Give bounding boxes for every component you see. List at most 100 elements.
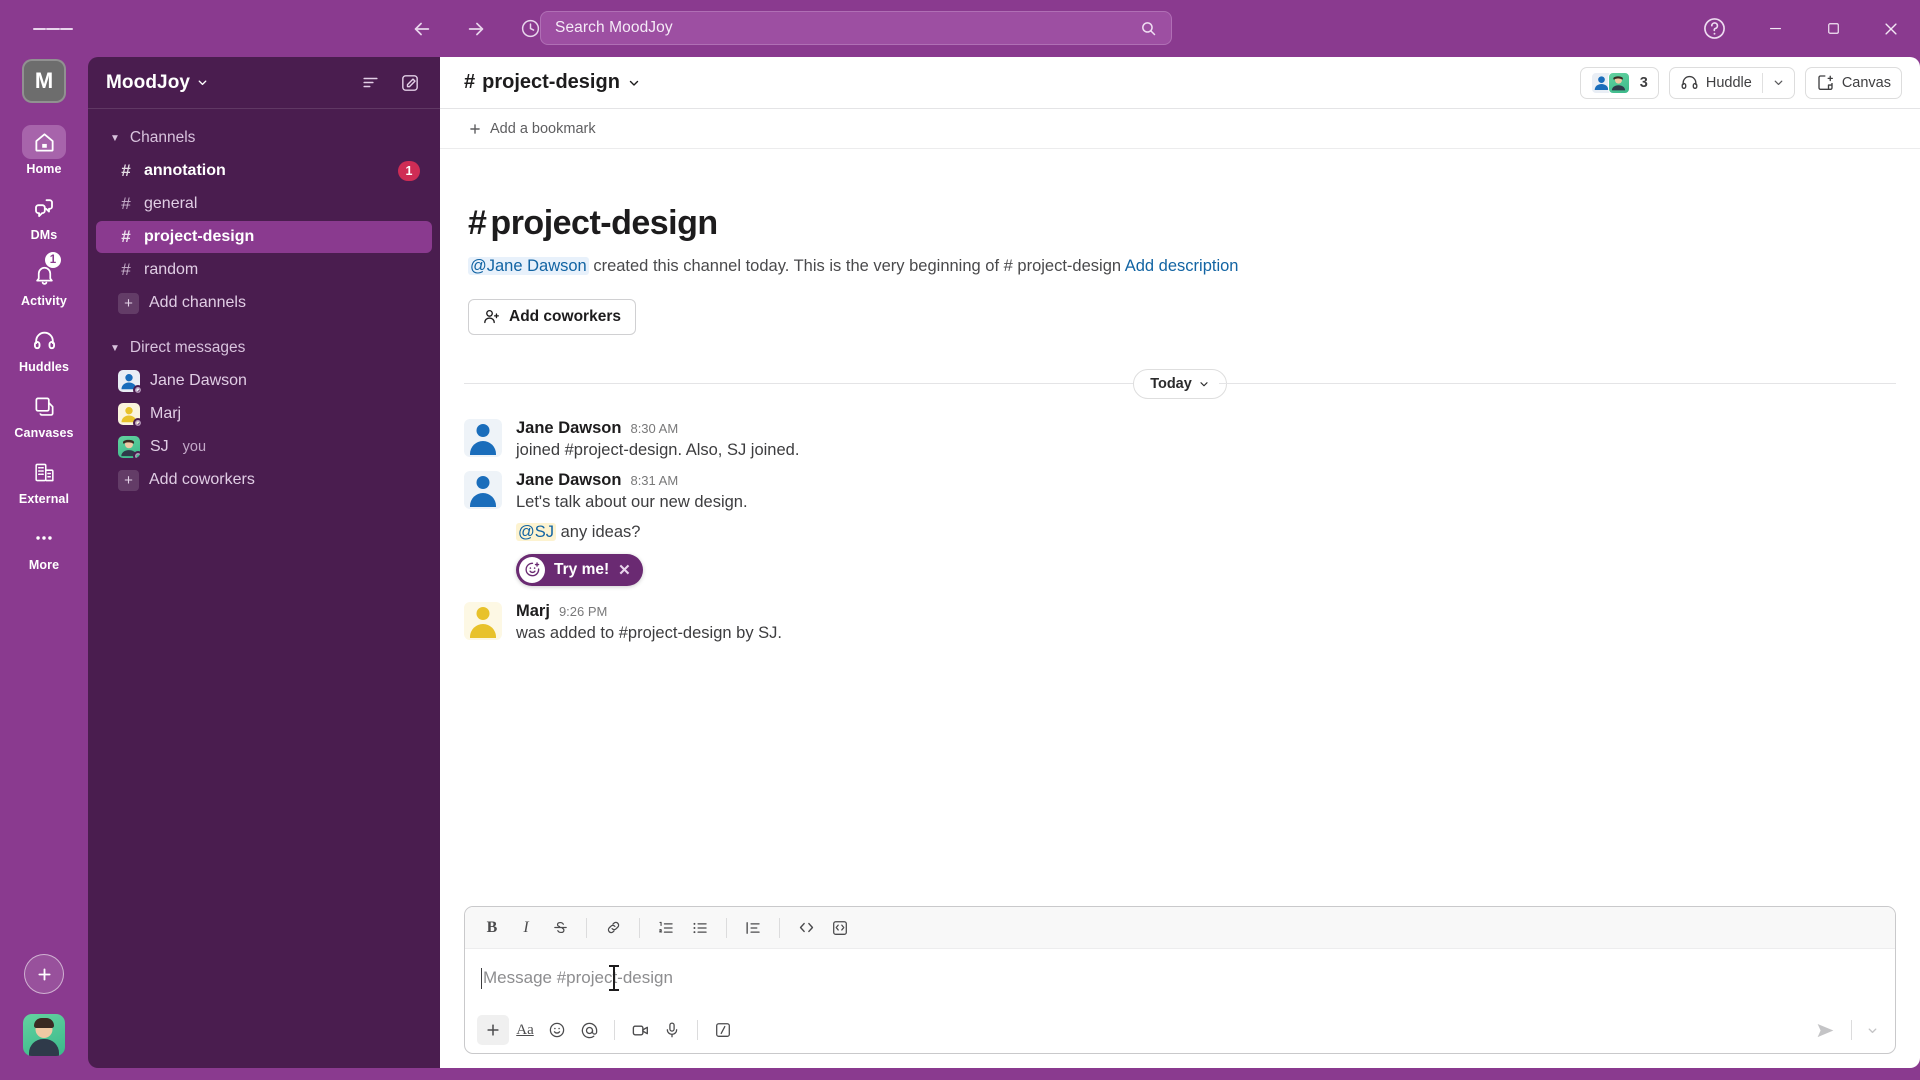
sidebar-item-dm-sj[interactable]: SJ you [96, 431, 432, 463]
presence-indicator [133, 451, 140, 458]
avatar[interactable] [464, 418, 502, 457]
code-block-button[interactable] [825, 914, 855, 942]
video-clip-button[interactable] [624, 1015, 656, 1045]
search-icon[interactable] [1140, 20, 1157, 37]
close-button[interactable] [1862, 0, 1920, 57]
formatting-button[interactable]: Aa [509, 1015, 541, 1045]
sidebar-item-dm-marj[interactable]: Marj [96, 398, 432, 430]
strikethrough-button[interactable] [545, 914, 575, 942]
section-direct-messages[interactable]: ▼ Direct messages [88, 333, 440, 363]
sidebar-item-general[interactable]: # general [96, 188, 432, 220]
message-input[interactable]: Message #project-design [465, 949, 1895, 1007]
message-timestamp[interactable]: 9:26 PM [559, 604, 607, 619]
message-author[interactable]: Jane Dawson [516, 419, 621, 438]
message-text-rest: any ideas? [560, 522, 641, 541]
message-text: was added to #project-design by SJ. [516, 623, 782, 642]
slash-command-button[interactable] [707, 1015, 739, 1045]
message-body: Jane Dawson 8:30 AM joined #project-desi… [516, 419, 1896, 463]
avatar[interactable] [464, 470, 502, 509]
message-author[interactable]: Marj [516, 602, 550, 621]
rail-item-dms[interactable]: DMs [12, 191, 76, 242]
rail-item-activity[interactable]: 1 Activity [12, 251, 76, 308]
attach-button[interactable] [477, 1015, 509, 1045]
rail-item-canvases[interactable]: Canvases [12, 389, 76, 440]
formatting-toolbar: B I [465, 907, 1895, 949]
message-author[interactable]: Jane Dawson [516, 471, 621, 490]
link-button[interactable] [598, 914, 628, 942]
workspace-name-button[interactable]: MoodJoy [106, 72, 209, 94]
add-channels-button[interactable]: + Add channels [96, 287, 432, 319]
avatar [118, 370, 143, 395]
huddle-control: Huddle [1668, 66, 1795, 99]
help-circle-icon[interactable] [1692, 7, 1736, 51]
minimize-button[interactable] [1746, 0, 1804, 57]
canvas-button[interactable]: Canvas [1804, 66, 1902, 99]
members-button[interactable]: 3 [1579, 66, 1659, 99]
sidebar-item-random[interactable]: # random [96, 254, 432, 286]
message-timestamp[interactable]: 8:31 AM [630, 473, 678, 488]
compose-icon[interactable] [394, 67, 426, 99]
message-body: Jane Dawson 8:31 AM Let's talk about our… [516, 471, 1896, 586]
send-controls [1808, 1015, 1883, 1045]
channel-name: general [144, 195, 198, 212]
ordered-list-button[interactable] [651, 914, 681, 942]
italic-button[interactable]: I [511, 914, 541, 942]
send-options-button[interactable] [1861, 1015, 1883, 1045]
mention-button[interactable] [573, 1015, 605, 1045]
add-description-link[interactable]: Add description [1125, 257, 1239, 275]
hamburger-icon[interactable] [33, 9, 73, 49]
day-divider-button[interactable]: Today [1133, 368, 1227, 399]
add-coworkers-button[interactable]: Add coworkers [468, 298, 636, 335]
section-channels[interactable]: ▼ Channels [88, 123, 440, 153]
forward-arrow-icon[interactable] [459, 12, 493, 46]
bell-icon: 1 [22, 251, 66, 291]
close-icon[interactable]: ✕ [618, 561, 631, 579]
mention-sj[interactable]: @SJ [516, 522, 557, 541]
add-bookmark-button[interactable]: Add a bookmark [460, 117, 604, 141]
search-input[interactable]: Search MoodJoy [540, 11, 1172, 45]
bulleted-list-button[interactable] [685, 914, 715, 942]
filter-icon[interactable] [354, 67, 386, 99]
huddle-button[interactable]: Huddle [1670, 68, 1762, 98]
add-coworkers-sidebar-button[interactable]: + Add coworkers [96, 464, 432, 496]
rail-item-more[interactable]: More [12, 521, 76, 572]
divider [779, 917, 780, 938]
history-nav [405, 0, 547, 57]
audio-clip-button[interactable] [656, 1015, 688, 1045]
sidebar-item-annotation[interactable]: # annotation 1 [96, 155, 432, 187]
creator-mention[interactable]: @Jane Dawson [468, 257, 589, 275]
divider [1851, 1020, 1852, 1040]
divider-line [1218, 383, 1896, 385]
channel-title-button[interactable]: # project-design [457, 67, 648, 98]
unread-badge: 1 [398, 161, 420, 181]
message-timestamp[interactable]: 8:30 AM [630, 421, 678, 436]
back-arrow-icon[interactable] [405, 12, 439, 46]
rail-item-external[interactable]: External [12, 455, 76, 506]
rail-item-home[interactable]: Home [12, 125, 76, 176]
canvas-plus-icon [1816, 73, 1835, 92]
send-icon[interactable] [1808, 1015, 1842, 1045]
huddle-options-button[interactable] [1763, 68, 1794, 98]
home-icon [22, 125, 66, 159]
rail-label: Home [26, 162, 62, 176]
sidebar-item-project-design[interactable]: # project-design [96, 221, 432, 253]
composer-actions: Aa [465, 1007, 1895, 1053]
workspace-switcher[interactable]: M [22, 59, 66, 103]
chevron-down-icon [1774, 80, 1783, 86]
avatar[interactable] [464, 601, 502, 640]
intro-channel-name: project-design [490, 204, 718, 242]
maximize-button[interactable] [1804, 0, 1862, 57]
rail-item-huddles[interactable]: Huddles [12, 323, 76, 374]
message-header: Jane Dawson 8:30 AM [516, 419, 1896, 438]
avatar[interactable] [23, 1014, 65, 1056]
blockquote-button[interactable] [738, 914, 768, 942]
message-text-secondary: @SJ any ideas? [516, 521, 1896, 545]
bold-button[interactable]: B [477, 914, 507, 942]
try-me-badge[interactable]: Try me! ✕ [516, 553, 643, 586]
message-row: Marj 9:26 PM was added to #project-desig… [440, 596, 1920, 648]
sidebar-item-dm-jane-dawson[interactable]: Jane Dawson [96, 365, 432, 397]
new-item-button[interactable] [24, 954, 64, 994]
presence-indicator [133, 385, 143, 395]
code-button[interactable] [791, 914, 821, 942]
emoji-button[interactable] [541, 1015, 573, 1045]
